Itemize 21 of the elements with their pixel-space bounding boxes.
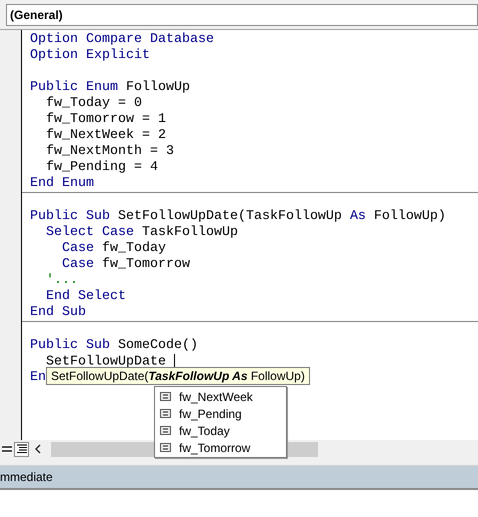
code-line: SetFollowUpDate (44, 354, 167, 370)
code-line: Select Case TaskFollowUp (44, 225, 238, 240)
code-line: fw_Today = 0 (44, 96, 142, 111)
code-line: End Sub (30, 305, 86, 320)
code-line: Public Sub SomeCode() (30, 338, 198, 353)
code-line: fw_NextWeek = 2 (44, 128, 166, 143)
code-line: End Select (44, 289, 126, 304)
immediate-panel-title: mmediate (0, 469, 53, 486)
code-line: fw_NextMonth = 3 (44, 144, 174, 159)
code-line: Option Explicit (30, 48, 150, 63)
code-line: Public Sub SetFollowUpDate(TaskFollowUp As FollowUp) (30, 209, 446, 224)
parameter-tooltip: SetFollowUpDate(TaskFollowUp As FollowUp) (46, 367, 310, 385)
code-line: Option Compare Database (30, 32, 214, 47)
code-line: '... (44, 273, 78, 288)
code-line: fw_Pending = 4 (44, 160, 158, 175)
code-line: fw_Tomorrow = 1 (44, 112, 166, 127)
code-line: Public Enum FollowUp (30, 80, 190, 95)
code-line: Case fw_Tomorrow (60, 257, 190, 272)
code-line: Case fw_Today (60, 241, 166, 256)
code-line: En (30, 370, 46, 385)
code-line: End Enum (30, 176, 94, 191)
